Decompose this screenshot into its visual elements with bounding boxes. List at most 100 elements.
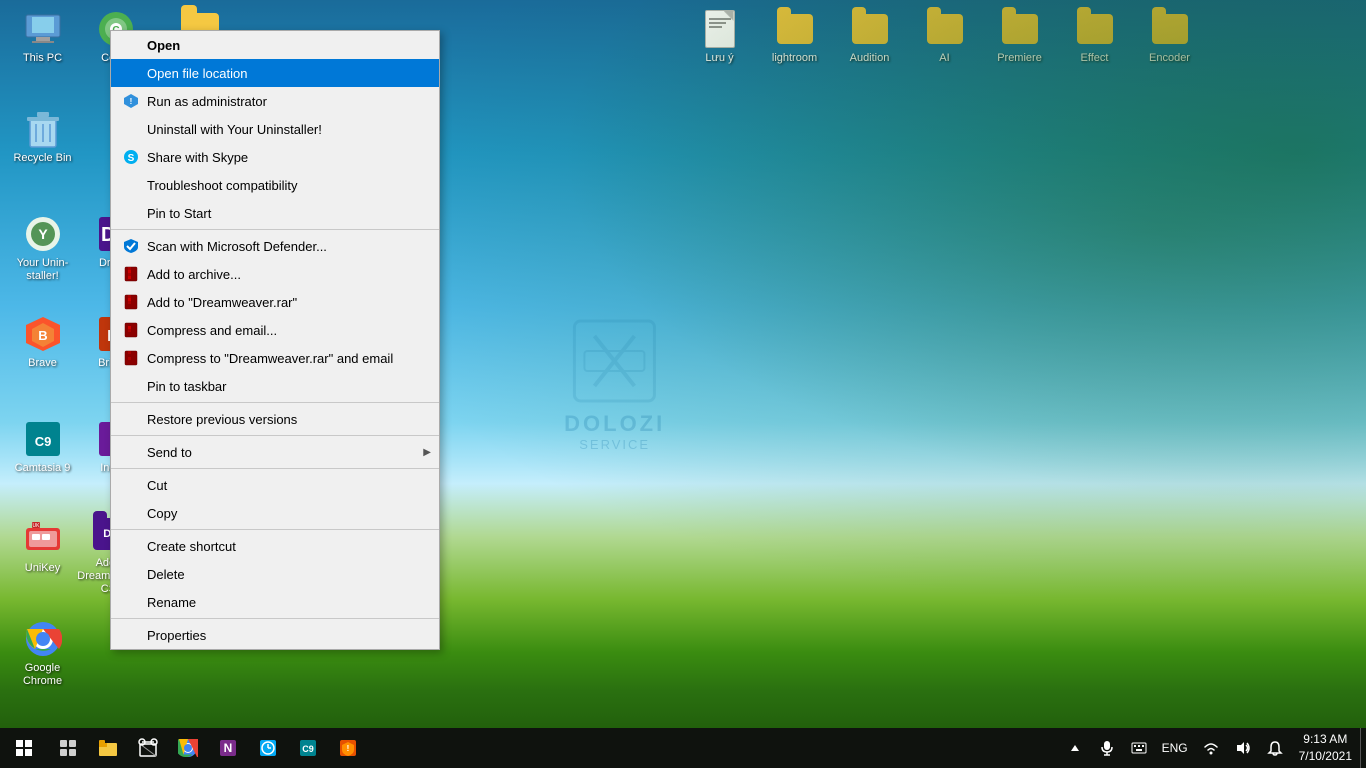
taskbar-file-explorer[interactable] — [88, 728, 128, 768]
taskbar-clockify[interactable] — [248, 728, 288, 768]
unikey-label: UniKey — [25, 562, 60, 575]
desktop-icon-unikey[interactable]: UK UniKey — [5, 515, 80, 579]
taskbar-snip-tool[interactable] — [128, 728, 168, 768]
ctx-sep1 — [111, 229, 439, 230]
encoder-label: Encoder — [1149, 52, 1190, 65]
svg-text:C9: C9 — [302, 744, 314, 754]
ctx-compress-dw-email-icon — [121, 348, 141, 368]
desktop-icon-encoder[interactable]: Encoder — [1132, 5, 1207, 69]
tray-notification[interactable] — [1259, 728, 1291, 768]
taskbar-chrome[interactable] — [168, 728, 208, 768]
ctx-copy[interactable]: Copy — [111, 499, 439, 527]
taskbar-shield[interactable]: ! — [328, 728, 368, 768]
ctx-rename[interactable]: Rename — [111, 588, 439, 616]
premiere-folder-icon — [1000, 9, 1040, 49]
encoder-folder-icon — [1150, 9, 1190, 49]
clockify-icon — [258, 738, 278, 758]
ctx-cut-label: Cut — [147, 478, 423, 493]
ctx-sep5 — [111, 529, 439, 530]
ctx-run-as-admin[interactable]: ! Run as administrator — [111, 87, 439, 115]
show-desktop-button[interactable] — [1360, 728, 1366, 768]
tray-volume[interactable] — [1227, 728, 1259, 768]
desktop-icon-chrome[interactable]: Google Chrome — [5, 615, 80, 692]
desktop-icon-your-uninstaller[interactable]: Y Your Unin-staller! — [5, 210, 80, 287]
ctx-cut[interactable]: Cut — [111, 471, 439, 499]
desktop-icon-brave[interactable]: B Brave — [5, 310, 80, 374]
your-uninstaller-icon: Y — [23, 214, 63, 254]
desktop-icon-ai[interactable]: AI — [907, 5, 982, 69]
ctx-compress-email-icon — [121, 320, 141, 340]
language-label: ENG — [1162, 741, 1188, 755]
ctx-open[interactable]: Open — [111, 31, 439, 59]
ctx-uninstall-icon — [121, 119, 141, 139]
ctx-open-icon — [121, 35, 141, 55]
ctx-delete-icon — [121, 564, 141, 584]
desktop-icon-lightroom[interactable]: lightroom — [757, 5, 832, 69]
keyboard-icon — [1131, 740, 1147, 756]
ctx-send-to[interactable]: Send to ▶ — [111, 438, 439, 466]
ctx-compress-email-label: Compress and email... — [147, 323, 423, 338]
ctx-compress-email[interactable]: Compress and email... — [111, 316, 439, 344]
ctx-create-shortcut-label: Create shortcut — [147, 539, 423, 554]
desktop-icon-effect[interactable]: Effect — [1057, 5, 1132, 69]
windows-icon — [16, 740, 32, 756]
chrome-label: Google Chrome — [9, 662, 76, 688]
watermark: DOLOZI SERVICE — [564, 316, 665, 452]
ctx-add-dw-rar[interactable]: Add to "Dreamweaver.rar" — [111, 288, 439, 316]
audition-label: Audition — [850, 52, 890, 65]
clock-display[interactable]: 9:13 AM 7/10/2021 — [1291, 728, 1360, 768]
ctx-open-file-location[interactable]: Open file location — [111, 59, 439, 87]
ctx-properties-label: Properties — [147, 628, 423, 643]
taskbar-onenote[interactable]: N — [208, 728, 248, 768]
clock-date: 7/10/2021 — [1299, 748, 1352, 765]
tray-language[interactable]: ENG — [1155, 728, 1195, 768]
premiere-label: Premiere — [997, 52, 1042, 65]
ctx-troubleshoot[interactable]: Troubleshoot compatibility — [111, 171, 439, 199]
ctx-add-archive[interactable]: Add to archive... — [111, 260, 439, 288]
ctx-run-admin-label: Run as administrator — [147, 94, 423, 109]
ctx-send-to-label: Send to — [147, 445, 423, 460]
ctx-share-skype[interactable]: S Share with Skype — [111, 143, 439, 171]
desktop-icon-audition[interactable]: Audition — [832, 5, 907, 69]
ctx-restore-versions[interactable]: Restore previous versions — [111, 405, 439, 433]
ctx-rename-icon — [121, 592, 141, 612]
desktop-icon-this-pc[interactable]: This PC — [5, 5, 80, 69]
tray-network[interactable] — [1195, 728, 1227, 768]
ctx-send-to-arrow: ▶ — [423, 447, 431, 458]
shield-taskbar-icon: ! — [338, 738, 358, 758]
ctx-pin-taskbar-label: Pin to taskbar — [147, 379, 423, 394]
ctx-defender-icon — [121, 236, 141, 256]
notification-icon — [1267, 740, 1283, 756]
file-explorer-icon — [98, 739, 118, 757]
task-view-icon — [59, 739, 77, 757]
ctx-pin-start[interactable]: Pin to Start — [111, 199, 439, 227]
ctx-uninstall[interactable]: Uninstall with Your Uninstaller! — [111, 115, 439, 143]
desktop-icon-premiere[interactable]: Premiere — [982, 5, 1057, 69]
ctx-create-shortcut[interactable]: Create shortcut — [111, 532, 439, 560]
watermark-subtext: SERVICE — [564, 437, 665, 452]
ctx-pin-taskbar[interactable]: Pin to taskbar — [111, 372, 439, 400]
taskbar-camtasia[interactable]: C9 — [288, 728, 328, 768]
ctx-open-file-location-icon — [121, 63, 141, 83]
ctx-scan-defender[interactable]: Scan with Microsoft Defender... — [111, 232, 439, 260]
svg-text:UK: UK — [32, 523, 40, 529]
desktop-icon-camtasia[interactable]: C9 Camtasia 9 — [5, 415, 80, 479]
ctx-run-admin-icon: ! — [121, 91, 141, 111]
onenote-icon: N — [218, 738, 238, 758]
tray-microphone[interactable] — [1091, 728, 1123, 768]
ctx-properties[interactable]: Properties — [111, 621, 439, 649]
ctx-share-skype-label: Share with Skype — [147, 150, 423, 165]
tray-keyboard[interactable] — [1123, 728, 1155, 768]
ctx-compress-dw-email[interactable]: Compress to "Dreamweaver.rar" and email — [111, 344, 439, 372]
ai-label: AI — [939, 52, 949, 65]
ctx-sep2 — [111, 402, 439, 403]
taskbar-task-view[interactable] — [48, 728, 88, 768]
brave-icon: B — [23, 314, 63, 354]
tray-expand[interactable] — [1059, 728, 1091, 768]
ctx-sep4 — [111, 468, 439, 469]
ctx-delete[interactable]: Delete — [111, 560, 439, 588]
snip-tool-icon — [138, 738, 158, 758]
desktop-icon-recycle-bin[interactable]: Recycle Bin — [5, 105, 80, 169]
start-button[interactable] — [0, 728, 48, 768]
desktop-icon-luu-y[interactable]: Lưu ý — [682, 5, 757, 69]
